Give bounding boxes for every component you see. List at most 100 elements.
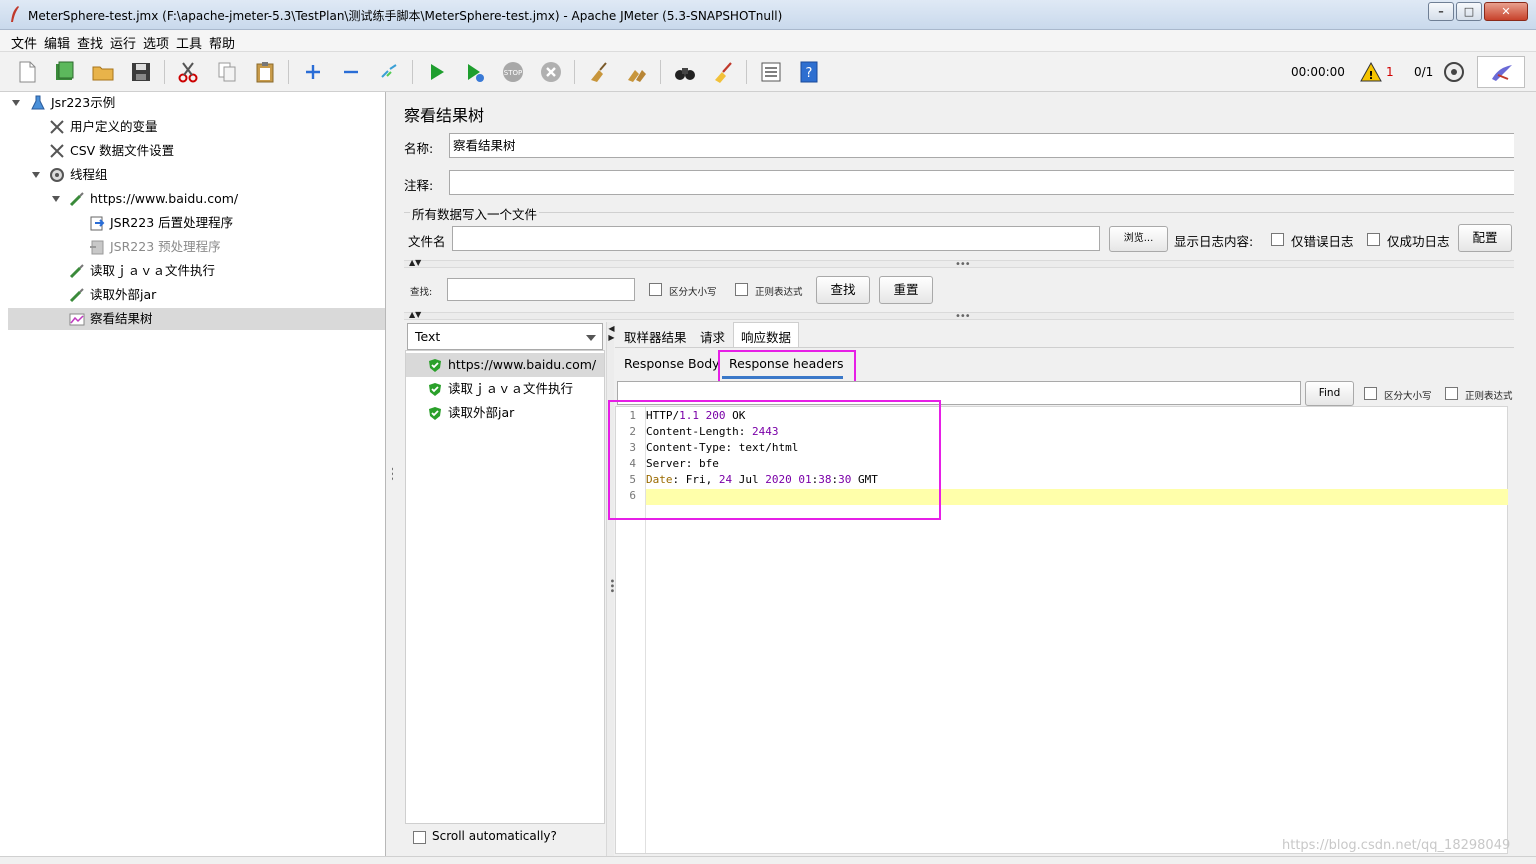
- menu-help[interactable]: 帮助: [209, 33, 235, 52]
- watermark: https://blog.csdn.net/qq_18298049: [1282, 838, 1511, 853]
- chevron-down-icon[interactable]: [32, 172, 40, 178]
- logo-button[interactable]: [1477, 56, 1525, 88]
- cut-icon[interactable]: [176, 60, 200, 84]
- subtab-response-body[interactable]: Response Body: [624, 356, 720, 371]
- name-field[interactable]: 察看结果树: [449, 133, 1516, 158]
- editor-case-checkbox[interactable]: [1364, 387, 1377, 400]
- splitter-arrows-icon[interactable]: ▲▼: [409, 310, 421, 319]
- close-button[interactable]: ✕: [1484, 2, 1528, 21]
- test-plan-flask-icon: [31, 95, 45, 110]
- menu-run[interactable]: 运行: [110, 33, 136, 52]
- listener-graph-icon: [69, 313, 85, 326]
- editor-case-label: 区分大小写: [1384, 391, 1432, 402]
- toggle-icon[interactable]: [377, 60, 401, 84]
- function-helper-icon[interactable]: [759, 60, 783, 84]
- toolbar: STOP ? 00:00:00 ! 1 0/1: [0, 52, 1536, 92]
- search-regex-checkbox[interactable]: [735, 283, 748, 296]
- svg-text:!: !: [1368, 69, 1373, 82]
- expand-all-icon[interactable]: [301, 60, 325, 84]
- renderer-select[interactable]: Text: [407, 323, 603, 350]
- result-item[interactable]: 读取ｊａｖａ文件执行: [406, 377, 604, 401]
- svg-text:STOP: STOP: [504, 69, 522, 77]
- browse-button[interactable]: 浏览...: [1109, 226, 1168, 252]
- collapse-all-icon[interactable]: [339, 60, 363, 84]
- warning-count: 1: [1386, 65, 1394, 79]
- search-label: 查找:: [410, 287, 433, 298]
- search-case-checkbox[interactable]: [649, 283, 662, 296]
- reset-search-icon[interactable]: [711, 60, 735, 84]
- test-plan-tree: Jsr223示例 用户定义的变量 CSV 数据文件设置 线程组 https://…: [0, 92, 386, 856]
- menu-file[interactable]: 文件: [11, 33, 37, 52]
- filename-field[interactable]: [452, 226, 1100, 251]
- new-file-icon[interactable]: [15, 60, 39, 84]
- search-input[interactable]: [447, 278, 635, 301]
- chevron-down-icon[interactable]: [12, 100, 20, 106]
- result-item[interactable]: https://www.baidu.com/: [406, 353, 604, 377]
- shutdown-icon[interactable]: [539, 60, 563, 84]
- menu-options[interactable]: 选项: [143, 33, 169, 52]
- editor-regex-label: 正则表达式: [1465, 391, 1513, 402]
- sampler-pipette-icon: [69, 288, 84, 303]
- comment-label: 注释:: [404, 178, 434, 193]
- success-shield-icon: [429, 359, 441, 372]
- panel-title: 察看结果树: [404, 106, 485, 125]
- errors-only-label: 仅错误日志: [1291, 234, 1354, 249]
- jmeter-logo-icon: [1492, 65, 1512, 81]
- editor-regex-checkbox[interactable]: [1445, 387, 1458, 400]
- svg-text:?: ?: [806, 66, 813, 81]
- save-icon[interactable]: [129, 60, 153, 84]
- tab-request[interactable]: 请求: [700, 327, 725, 346]
- open-folder-icon[interactable]: [91, 60, 115, 84]
- divider-arrows-icon[interactable]: ◀▶: [607, 324, 616, 342]
- close-icon: ✕: [1501, 5, 1511, 18]
- vertical-scrollbar[interactable]: [1514, 92, 1528, 856]
- minimize-button[interactable]: –: [1428, 2, 1454, 21]
- elapsed-timer: 00:00:00: [1291, 65, 1345, 79]
- clear-all-icon[interactable]: [625, 60, 649, 84]
- find-button[interactable]: 查找: [816, 276, 870, 304]
- editor-find-button[interactable]: Find: [1305, 381, 1354, 406]
- warning-icon[interactable]: !: [1360, 62, 1382, 82]
- splitter-handle-icon[interactable]: •••: [955, 259, 971, 270]
- templates-icon[interactable]: [53, 60, 77, 84]
- result-item[interactable]: 读取外部jar: [406, 401, 604, 425]
- tab-rule: [615, 347, 1516, 348]
- menu-search[interactable]: 查找: [77, 33, 103, 52]
- maximize-button[interactable]: □: [1456, 2, 1482, 21]
- clear-icon[interactable]: [587, 60, 611, 84]
- config-tools-icon: [50, 144, 64, 158]
- success-shield-icon: [429, 407, 441, 420]
- tab-response-data[interactable]: 响应数据: [741, 327, 791, 346]
- filename-label: 文件名: [408, 234, 446, 249]
- maximize-icon: □: [1463, 5, 1475, 18]
- tree-selection: [8, 308, 385, 330]
- chevron-down-icon[interactable]: [52, 196, 60, 202]
- success-only-checkbox[interactable]: [1367, 233, 1380, 246]
- stop-icon[interactable]: STOP: [501, 60, 525, 84]
- start-icon[interactable]: [425, 60, 449, 84]
- configure-button[interactable]: 配置: [1458, 224, 1512, 252]
- splitter-handle-icon[interactable]: •••: [955, 311, 971, 322]
- chevron-down-icon: [586, 335, 596, 341]
- help-icon[interactable]: ?: [797, 60, 821, 84]
- paste-icon[interactable]: [253, 60, 277, 84]
- pre-processor-icon: [90, 240, 104, 255]
- scroll-auto-label: Scroll automatically?: [432, 829, 557, 843]
- search-binoculars-icon[interactable]: [673, 60, 697, 84]
- menu-tools[interactable]: 工具: [176, 33, 202, 52]
- menu-bar: 文件 编辑 查找 运行 选项 工具 帮助: [0, 30, 1536, 52]
- remote-status-icon[interactable]: [1443, 61, 1465, 83]
- minimize-icon: –: [1438, 5, 1444, 18]
- window-title: MeterSphere-test.jmx (F:\apache-jmeter-5…: [28, 9, 783, 23]
- tab-sampler-result[interactable]: 取样器结果: [624, 327, 687, 346]
- scroll-auto-checkbox[interactable]: [413, 831, 426, 844]
- success-only-label: 仅成功日志: [1387, 234, 1450, 249]
- comment-field[interactable]: [449, 170, 1516, 195]
- errors-only-checkbox[interactable]: [1271, 233, 1284, 246]
- splitter-arrows-icon[interactable]: ▲▼: [409, 258, 421, 267]
- copy-icon[interactable]: [215, 60, 239, 84]
- start-no-pauses-icon[interactable]: [463, 60, 487, 84]
- menu-edit[interactable]: 编辑: [44, 33, 70, 52]
- reset-button[interactable]: 重置: [879, 276, 933, 304]
- result-list: https://www.baidu.com/ 读取ｊａｖａ文件执行 读取外部ja…: [405, 350, 605, 824]
